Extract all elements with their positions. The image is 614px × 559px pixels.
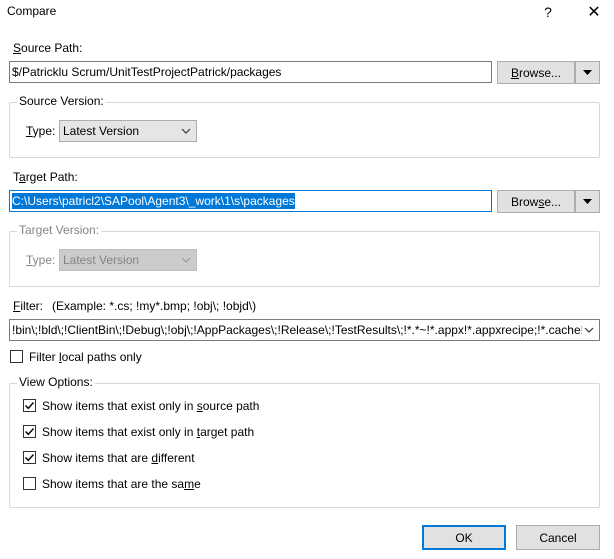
- dropdown-arrow-icon: [583, 70, 592, 75]
- target-path-input[interactable]: C:\Users\patricl2\SAPool\Agent3\_work\1\…: [9, 190, 492, 212]
- target-type-select: Latest Version: [59, 249, 197, 271]
- checkmark-icon: [25, 402, 35, 410]
- source-path-label: Source Path:: [13, 41, 83, 55]
- target-browse-button[interactable]: Browse...: [497, 190, 575, 213]
- view-options-title: View Options:: [17, 375, 95, 389]
- filter-local-checkbox[interactable]: [10, 350, 23, 363]
- source-browse-dropdown[interactable]: [575, 61, 600, 84]
- source-type-select[interactable]: Latest Version: [59, 120, 197, 142]
- ok-button[interactable]: OK: [422, 525, 506, 550]
- source-version-title: Source Version:: [17, 94, 106, 108]
- show-target-only-label: Show items that exist only in target pat…: [42, 425, 255, 439]
- help-button[interactable]: ?: [533, 0, 563, 24]
- source-browse-button[interactable]: Browse...: [497, 61, 575, 84]
- show-source-only-label: Show items that exist only in source pat…: [42, 399, 260, 413]
- show-same-label: Show items that are the same: [42, 477, 201, 491]
- filter-local-label: Filter local paths only: [29, 350, 142, 364]
- filter-select[interactable]: !bin\;!bld\;!ClientBin\;!Debug\;!obj\;!A…: [9, 319, 600, 341]
- source-path-input[interactable]: $/Patricklu Scrum/UnitTestProjectPatrick…: [9, 61, 492, 83]
- show-source-only-checkbox[interactable]: [23, 399, 36, 412]
- filter-label: Filter:: [13, 299, 44, 313]
- cancel-button[interactable]: Cancel: [516, 525, 600, 550]
- target-browse-dropdown[interactable]: [575, 190, 600, 213]
- target-type-label: Type:: [26, 253, 56, 267]
- target-browse-label: Browse...: [510, 194, 562, 209]
- chevron-down-icon: [181, 128, 191, 134]
- chevron-down-icon: [584, 327, 594, 333]
- show-same-checkbox[interactable]: [23, 477, 36, 490]
- close-button[interactable]: ✕: [579, 0, 609, 24]
- checkmark-icon: [25, 454, 35, 462]
- help-icon: ?: [544, 4, 552, 20]
- title-bar: Compare ? ✕: [0, 0, 614, 24]
- source-browse-label: Browse...: [510, 65, 562, 80]
- source-type-label: Type:: [26, 124, 56, 138]
- filter-example: (Example: *.cs; !my*.bmp; !obj\; !objd\): [52, 299, 257, 313]
- target-version-title: Target Version:: [17, 223, 102, 237]
- chevron-down-icon: [181, 257, 191, 263]
- show-target-only-checkbox[interactable]: [23, 425, 36, 438]
- target-path-label: Target Path:: [13, 170, 78, 184]
- show-different-label: Show items that are different: [42, 451, 195, 465]
- window-title: Compare: [7, 4, 57, 18]
- checkmark-icon: [25, 428, 35, 436]
- dropdown-arrow-icon: [583, 199, 592, 204]
- close-icon: ✕: [587, 4, 601, 21]
- show-different-checkbox[interactable]: [23, 451, 36, 464]
